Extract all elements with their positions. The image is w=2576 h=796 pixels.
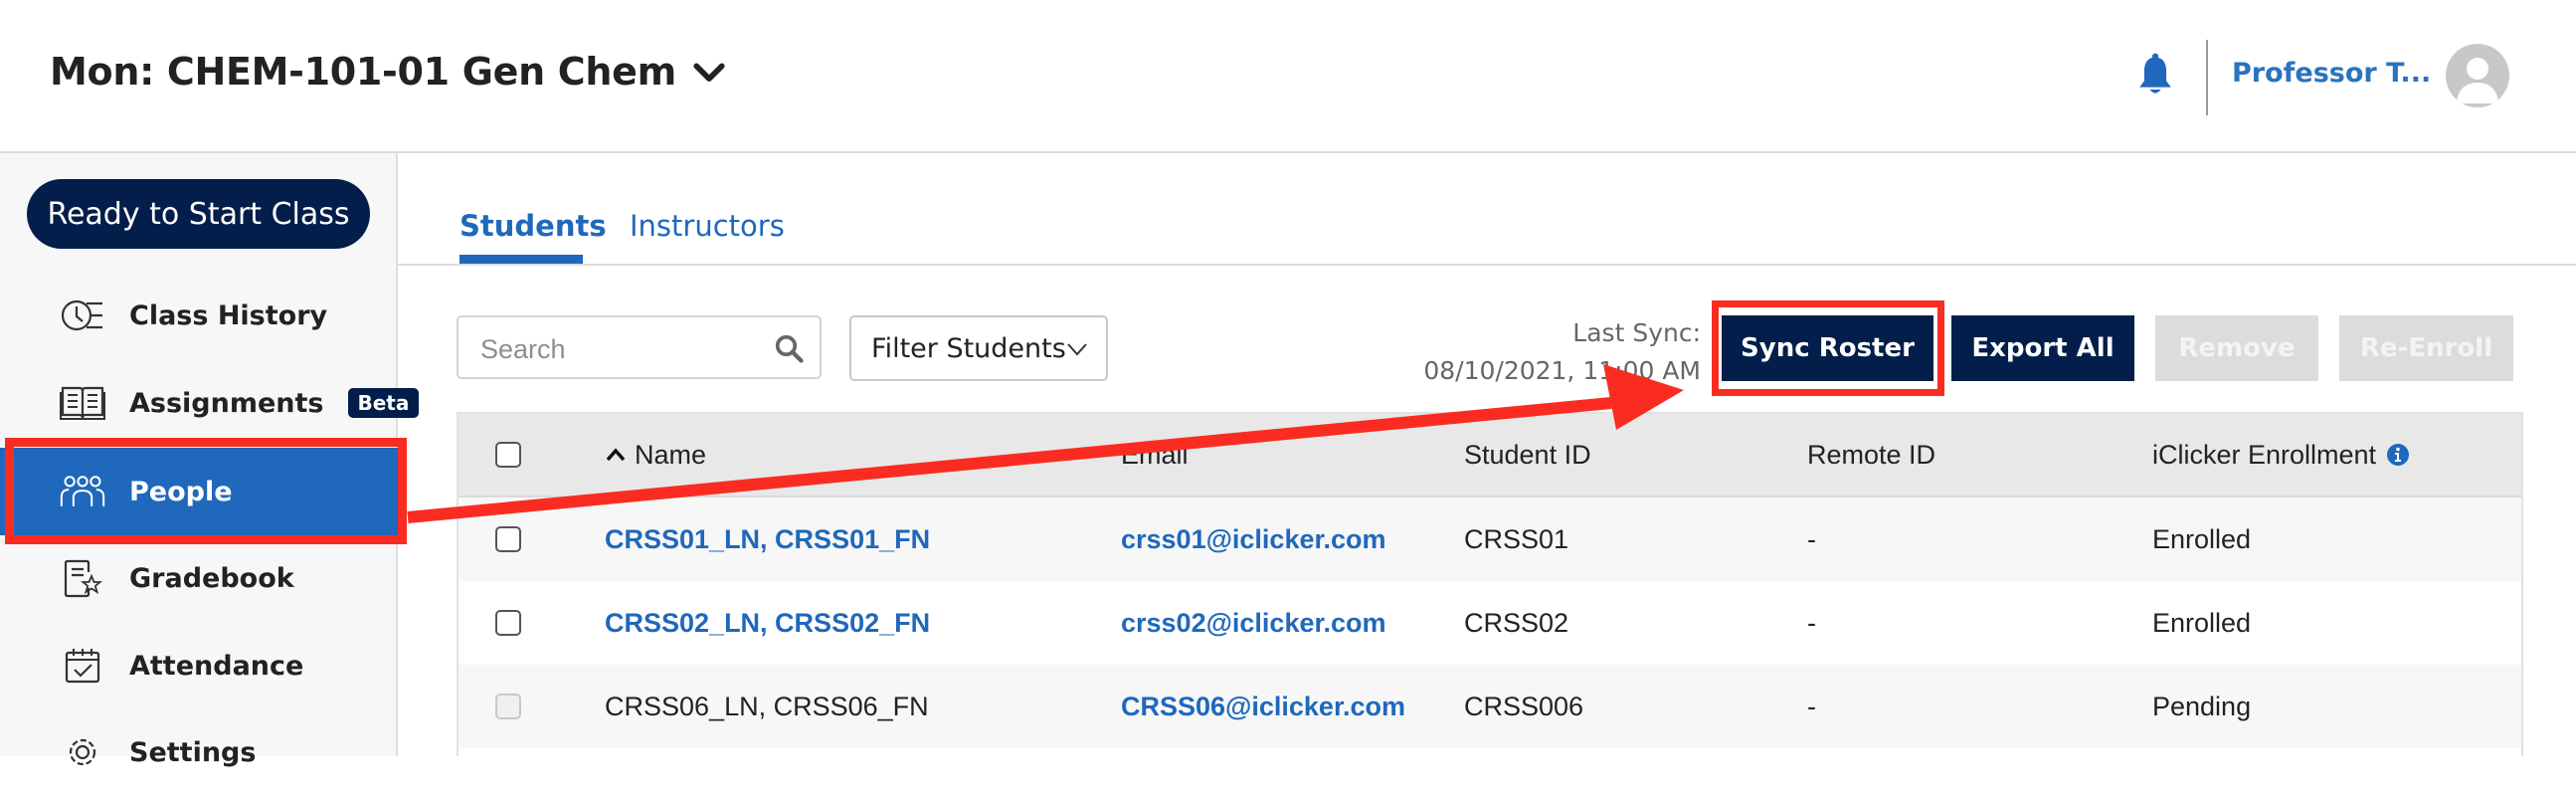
avatar[interactable]: [2446, 44, 2509, 107]
tab-divider: [398, 264, 2576, 266]
sidebar-item-attendance[interactable]: Attendance: [0, 622, 398, 709]
export-all-button[interactable]: Export All: [1951, 315, 2134, 381]
re-enroll-button[interactable]: Re-Enroll: [2339, 315, 2513, 381]
column-header-remote-id: Remote ID: [1807, 439, 1936, 470]
remote-id: -: [1807, 607, 1816, 638]
last-sync-info: Last Sync: 08/10/2021, 11:00 AM: [1392, 314, 1701, 390]
remote-id: -: [1807, 691, 1816, 721]
user-menu-name[interactable]: Professor T...: [2232, 58, 2431, 89]
student-name: CRSS06_LN, CRSS06_FN: [605, 691, 929, 721]
student-email-link[interactable]: crss01@iclicker.com: [1121, 524, 1386, 555]
column-header-enrollment: iClicker Enrollment: [2152, 414, 2410, 496]
column-header-student-id: Student ID: [1464, 439, 1591, 470]
book-icon: [60, 380, 105, 426]
beta-badge: Beta: [347, 388, 420, 418]
tab-students[interactable]: Students: [460, 209, 607, 243]
last-sync-label: Last Sync:: [1572, 318, 1701, 347]
sidebar-item-label: Gradebook: [129, 562, 294, 594]
gradebook-star-icon: [60, 555, 105, 601]
search-input[interactable]: [478, 329, 771, 369]
user-avatar-icon: [2457, 58, 2498, 103]
last-sync-value: 08/10/2021, 11:00 AM: [1423, 356, 1701, 385]
course-title: Mon: CHEM-101-01 Gen Chem: [50, 50, 676, 94]
row-checkbox-disabled: [495, 694, 521, 719]
table-row: CRSS01_LN, CRSS01_FN crss01@iclicker.com…: [459, 498, 2521, 581]
people-highlight-annotation: [5, 438, 407, 544]
sidebar-item-label: Class History: [129, 299, 328, 331]
column-header-email: Email: [1121, 439, 1189, 470]
clock-list-icon: [60, 293, 105, 338]
search-icon[interactable]: [774, 333, 804, 363]
filter-label: Filter Students: [871, 332, 1066, 364]
row-checkbox[interactable]: [495, 610, 521, 636]
student-id: CRSS02: [1464, 607, 1569, 638]
table-row: CRSS02_LN, CRSS02_FN crss02@iclicker.com…: [459, 581, 2521, 665]
sidebar-item-label: Settings: [129, 736, 257, 768]
sidebar-item-label: Attendance: [129, 650, 304, 682]
gear-icon: [60, 729, 105, 775]
student-id: CRSS006: [1464, 691, 1584, 721]
filter-students-dropdown[interactable]: Filter Students: [849, 315, 1108, 381]
sidebar-item-assignments[interactable]: Assignments Beta: [0, 359, 420, 447]
select-all-checkbox[interactable]: [495, 442, 521, 468]
enrollment-status: Enrolled: [2152, 523, 2252, 554]
student-email-link[interactable]: crss02@iclicker.com: [1121, 608, 1386, 639]
info-icon[interactable]: [2386, 443, 2410, 467]
active-tab-indicator: [460, 255, 583, 264]
course-selector[interactable]: Mon: CHEM-101-01 Gen Chem: [50, 50, 726, 94]
enrollment-status: Pending: [2152, 691, 2252, 721]
enrollment-status: Enrolled: [2152, 607, 2252, 638]
top-header: Mon: CHEM-101-01 Gen Chem Professor T...: [0, 0, 2576, 153]
student-email-link[interactable]: CRSS06@iclicker.com: [1121, 692, 1405, 722]
sidebar-item-class-history[interactable]: Class History: [0, 272, 398, 359]
header-divider: [2206, 40, 2208, 115]
chevron-down-icon: [1067, 343, 1087, 356]
tab-instructors[interactable]: Instructors: [630, 209, 785, 243]
sidebar-item-gradebook[interactable]: Gradebook: [0, 534, 398, 622]
remote-id: -: [1807, 523, 1816, 554]
table-row: CRSS06_LN, CRSS06_FN CRSS06@iclicker.com…: [459, 665, 2521, 748]
student-id: CRSS01: [1464, 523, 1569, 554]
search-field[interactable]: [457, 315, 822, 379]
calendar-check-icon: [60, 643, 105, 689]
table-header-row: Name Email Student ID Remote ID iClicker…: [459, 414, 2521, 498]
remove-button[interactable]: Remove: [2155, 315, 2318, 381]
sidebar-item-settings[interactable]: Settings: [0, 708, 398, 796]
column-header-name[interactable]: Name: [605, 414, 706, 496]
row-checkbox[interactable]: [495, 526, 521, 552]
chevron-down-icon[interactable]: [692, 55, 726, 89]
student-name-link[interactable]: CRSS02_LN, CRSS02_FN: [605, 608, 930, 639]
bell-icon[interactable]: [2136, 52, 2174, 98]
sort-ascending-icon[interactable]: [605, 447, 627, 463]
ready-to-start-class-button[interactable]: Ready to Start Class: [27, 179, 370, 249]
sidebar-item-label: Assignments: [129, 387, 324, 419]
students-table: Name Email Student ID Remote ID iClicker…: [457, 412, 2523, 756]
sync-roster-focus-ring: [1719, 307, 1937, 389]
student-name-link[interactable]: CRSS01_LN, CRSS01_FN: [605, 524, 930, 555]
